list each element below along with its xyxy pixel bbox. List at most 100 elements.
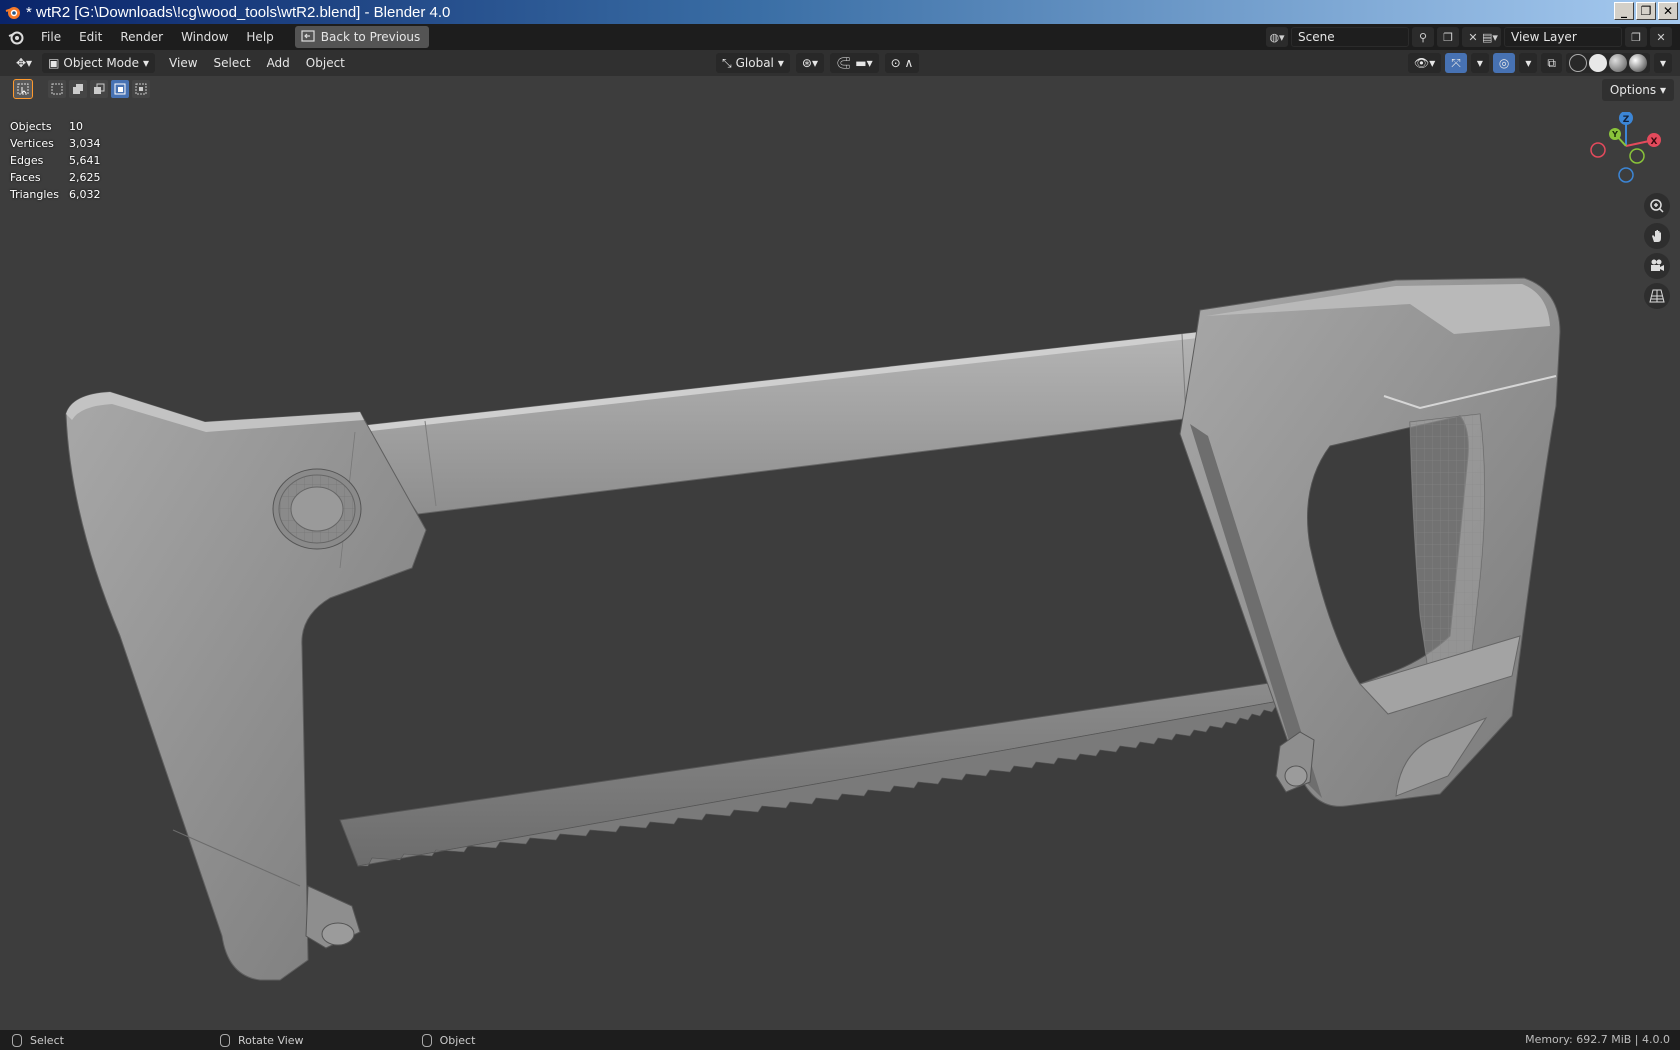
back-to-previous-button[interactable]: Back to Previous — [294, 26, 430, 48]
delete-view-layer-icon[interactable]: ✕ — [1650, 27, 1672, 47]
overlays-toggle[interactable]: ◎ — [1492, 53, 1516, 73]
view-layer-browse-button[interactable]: ▤▾ — [1479, 27, 1501, 47]
screen-back-icon — [301, 29, 315, 45]
editor-type-button[interactable]: ✥▾ — [10, 53, 38, 73]
viewport-menu-view[interactable]: View — [161, 56, 205, 70]
viewport-menu-add[interactable]: Add — [259, 56, 298, 70]
left-mouse-icon — [12, 1033, 22, 1047]
back-to-previous-label: Back to Previous — [320, 30, 421, 44]
saw-frame-left — [65, 391, 427, 981]
gizmo-x-label: X — [1651, 137, 1658, 147]
window-title: * wtR2 [G:\Downloads\!cg\wood_tools\wtR2… — [26, 3, 451, 21]
wireframe-shading-icon[interactable] — [1568, 54, 1587, 72]
camera-view-icon[interactable] — [1644, 253, 1670, 279]
neg-y-axis-icon[interactable] — [1629, 148, 1645, 164]
menu-help[interactable]: Help — [237, 26, 282, 48]
blender-menu-icon[interactable] — [8, 28, 26, 46]
view-layer-name-field[interactable]: View Layer — [1504, 27, 1622, 47]
orientation-label: Global — [735, 56, 774, 70]
chevron-down-icon: ▾ — [143, 56, 150, 70]
pivot-icon: ⊛▾ — [801, 56, 818, 70]
mode-label: Object Mode — [63, 56, 140, 70]
blade-pin-left — [305, 885, 361, 949]
scene-selector: ◍▾ Scene ⚲ ❐ ✕ — [1266, 27, 1484, 47]
menu-window[interactable]: Window — [172, 26, 237, 48]
saw-frame-right-handle — [1179, 277, 1561, 807]
view-layer-selector: ▤▾ View Layer ❐ ✕ — [1479, 27, 1672, 47]
menu-render[interactable]: Render — [111, 26, 172, 48]
scene-name-field[interactable]: Scene — [1291, 27, 1409, 47]
saw-blade — [339, 679, 1297, 867]
orientation-icon: ⤡ — [722, 55, 732, 70]
eye-icon: 👁︎▾ — [1413, 56, 1436, 70]
chevron-down-icon: ▾ — [1525, 56, 1532, 70]
menu-edit[interactable]: Edit — [70, 26, 111, 48]
chevron-down-icon: ▾ — [1476, 56, 1483, 70]
solid-shading-icon[interactable] — [1588, 54, 1607, 72]
status-select-hint: Select — [12, 1033, 64, 1047]
perspective-grid-icon[interactable] — [1644, 283, 1670, 309]
status-bar: Select Rotate View Object Memory: 692.7 … — [0, 1030, 1680, 1050]
menu-file[interactable]: File — [32, 26, 70, 48]
pin-scene-icon[interactable]: ⚲ — [1412, 27, 1434, 47]
neg-x-axis-icon[interactable] — [1590, 142, 1606, 158]
zoom-icon[interactable] — [1644, 193, 1670, 219]
status-select-label: Select — [30, 1033, 64, 1047]
xray-toggle[interactable]: ⧉ — [1541, 53, 1562, 73]
status-rotate-hint: Rotate View — [219, 1033, 304, 1047]
neg-z-axis-icon[interactable] — [1618, 167, 1634, 183]
viewport-menu-object[interactable]: Object — [298, 56, 353, 70]
status-object-hint: Object — [421, 1033, 476, 1047]
wing-nut — [272, 468, 362, 550]
window-title-bar: * wtR2 [G:\Downloads\!cg\wood_tools\wtR2… — [0, 0, 1680, 24]
snap-target-icon: ▬▾ — [855, 56, 873, 70]
material-shading-icon[interactable] — [1608, 54, 1627, 72]
chevron-down-icon: ▾ — [777, 56, 784, 70]
snap-toggle[interactable]: 🧲︎ ▬▾ — [830, 53, 879, 73]
proportional-edit-icon: ⊙ ∧ — [890, 56, 914, 70]
visibility-dropdown[interactable]: 👁︎▾ — [1407, 53, 1442, 73]
gizmo-icon: ⤧ — [1451, 55, 1461, 70]
minimize-button[interactable]: _ — [1614, 2, 1634, 20]
rendered-shading-icon[interactable] — [1628, 54, 1647, 72]
middle-mouse-icon — [219, 1033, 230, 1047]
pan-hand-icon[interactable] — [1644, 223, 1670, 249]
new-scene-icon[interactable]: ❐ — [1437, 27, 1459, 47]
3d-viewport-icon: ✥▾ — [16, 56, 33, 70]
restore-button[interactable]: ❐ — [1636, 2, 1656, 20]
pivot-point-dropdown[interactable]: ⊛▾ — [795, 53, 824, 73]
overlays-icon: ◎ — [1498, 56, 1510, 70]
magnet-icon: 🧲︎ — [836, 56, 852, 70]
gizmo-z-label: Z — [1623, 115, 1630, 125]
blender-logo-icon — [4, 3, 22, 21]
shading-dropdown[interactable]: ▾ — [1653, 53, 1672, 73]
3d-viewport[interactable]: Options ▾ Objects 10 Vertices 3,034 Edges 5… — [0, 76, 1680, 1030]
right-mouse-icon — [421, 1033, 432, 1047]
status-object-label: Object — [439, 1033, 476, 1047]
hacksaw-model[interactable] — [0, 76, 1680, 1030]
saw-frame-top-bar — [359, 331, 1209, 515]
proportional-edit-toggle[interactable]: ⊙ ∧ — [884, 53, 920, 73]
object-mode-icon: ▣ — [48, 56, 60, 70]
close-button[interactable]: ✕ — [1658, 2, 1678, 20]
status-rotate-label: Rotate View — [237, 1033, 304, 1047]
viewport-header: ✥▾ ▣ Object Mode ▾ View Select Add Objec… — [0, 50, 1680, 76]
memory-usage: Memory: 692.7 MiB | 4.0.0 — [1525, 1033, 1670, 1046]
viewport-menu-select[interactable]: Select — [206, 56, 259, 70]
overlays-dropdown[interactable]: ▾ — [1519, 53, 1538, 73]
gizmo-toggle[interactable]: ⤧ — [1445, 53, 1467, 73]
transform-orientation-dropdown[interactable]: ⤡ Global ▾ — [716, 53, 790, 73]
scene-icon: ◍▾ — [1269, 30, 1285, 44]
view-layer-icon: ▤▾ — [1482, 30, 1498, 44]
top-menu-bar: File Edit Render Window Help Back to Pre… — [0, 24, 1680, 50]
shading-modes — [1565, 53, 1650, 73]
scene-browse-button[interactable]: ◍▾ — [1266, 27, 1288, 47]
xray-icon: ⧉ — [1547, 55, 1556, 70]
navigation-gizmo[interactable]: Z X Y — [1586, 112, 1666, 194]
gizmo-dropdown[interactable]: ▾ — [1470, 53, 1489, 73]
new-view-layer-icon[interactable]: ❐ — [1625, 27, 1647, 47]
chevron-down-icon: ▾ — [1659, 56, 1666, 70]
blade-pin-right — [1275, 731, 1315, 793]
gizmo-y-label: Y — [1611, 130, 1618, 139]
mode-dropdown[interactable]: ▣ Object Mode ▾ — [42, 53, 156, 73]
